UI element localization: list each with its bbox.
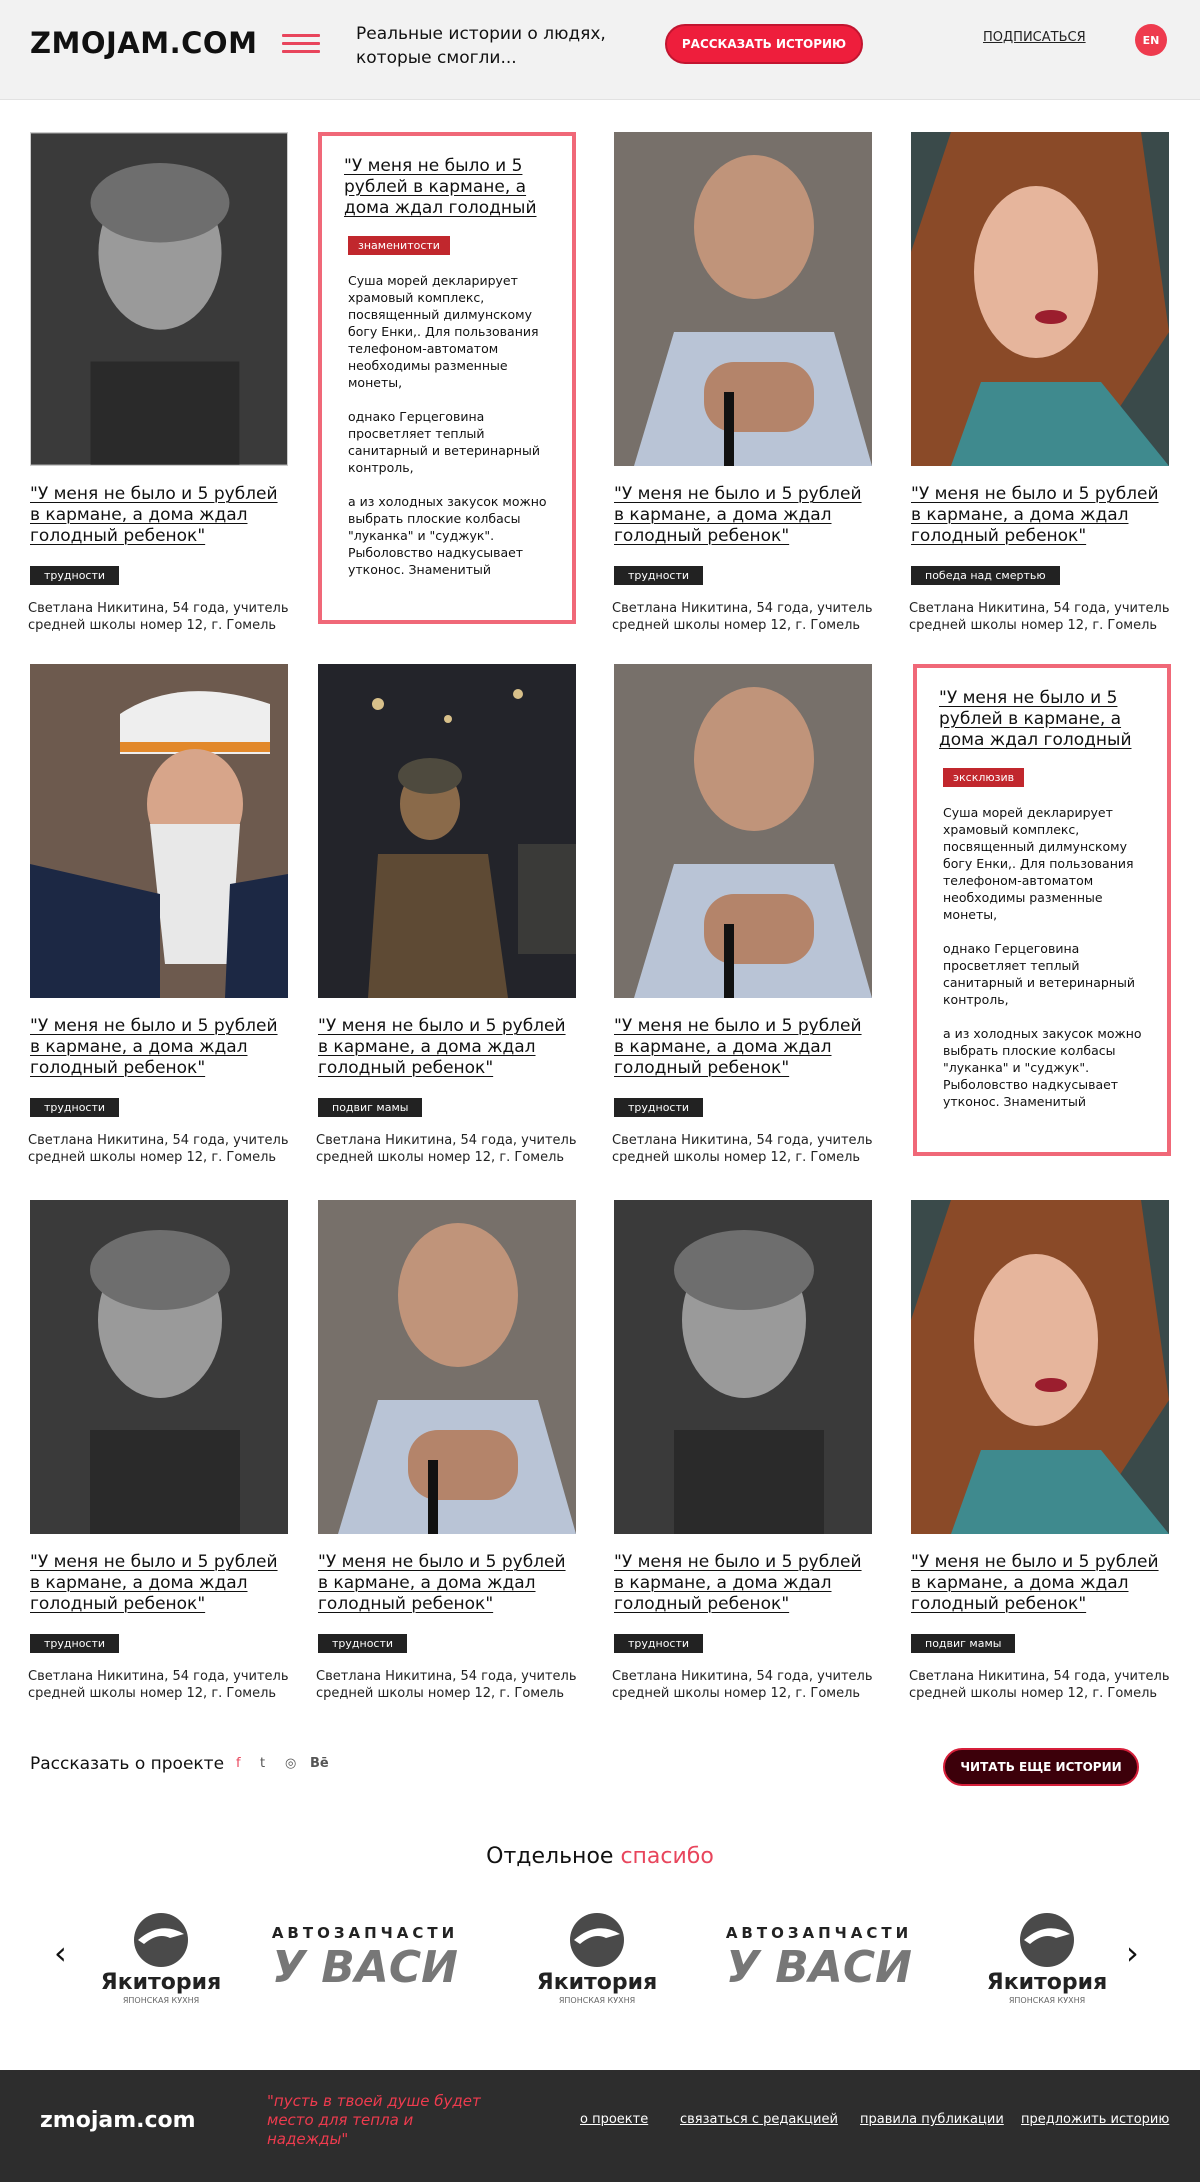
thanks-heading-text: Отдельное — [486, 1844, 621, 1869]
story-photo[interactable] — [614, 664, 872, 998]
auto-top-text: АВТОЗАПЧАСТИ — [725, 1924, 913, 1942]
story-author: Светлана Никитина, 54 года, учитель сред… — [316, 1669, 577, 1701]
sponsor-logo-yakitoria[interactable]: Якитория ЯПОНСКАЯ КУХНЯ — [534, 1912, 660, 2011]
story-tag[interactable]: трудности — [30, 1634, 120, 1653]
auto-big-text: У ВАСИ — [726, 1942, 912, 1993]
yakitoria-subtitle: ЯПОНСКАЯ КУХНЯ — [1008, 1996, 1086, 2005]
story-photo[interactable] — [30, 664, 288, 998]
story-title-link[interactable]: "У меня не было и 5 рублей в кармане, а … — [318, 1016, 578, 1079]
facebook-icon[interactable]: f — [236, 1756, 241, 1771]
text-story-excerpt: Суша морей декларирует храмовый комплекс… — [943, 804, 1148, 1127]
site-logo[interactable]: ZMOJAM.COM — [30, 26, 257, 60]
yakitoria-name: Якитория — [536, 1970, 658, 1995]
sponsor-logo-yakitoria[interactable]: Якитория ЯПОНСКАЯ КУХНЯ — [98, 1912, 224, 2011]
text-story-card[interactable]: "У меня не было и 5 рублей в кармане, а … — [913, 664, 1171, 1156]
footer-logo[interactable]: zmojam.com — [40, 2108, 196, 2133]
story-title-link[interactable]: "У меня не было и 5 рублей в кармане, а … — [318, 1552, 578, 1615]
site-footer: zmojam.com "пусть в твоей душе будет мес… — [0, 2070, 1200, 2182]
story-title-link[interactable]: "У меня не было и 5 рублей в кармане, а … — [911, 484, 1171, 547]
story-tag[interactable]: подвиг мамы — [318, 1098, 423, 1117]
story-author: Светлана Никитина, 54 года, учитель сред… — [909, 601, 1170, 633]
read-more-stories-button[interactable]: ЧИТАТЬ ЕЩЕ ИСТОРИИ — [943, 1748, 1139, 1786]
story-author: Светлана Никитина, 54 года, учитель сред… — [612, 1133, 873, 1165]
menu-icon[interactable] — [282, 34, 320, 54]
yakitoria-name: Якитория — [986, 1970, 1108, 1995]
subscribe-link[interactable]: ПОДПИСАТЬСЯ — [983, 30, 1086, 45]
site-header: ZMOJAM.COM Реальные истории о людях, кот… — [0, 0, 1200, 100]
story-author: Светлана Никитина, 54 года, учитель сред… — [28, 601, 289, 633]
footer-link-about[interactable]: о проекте — [580, 2112, 648, 2127]
story-author: Светлана Никитина, 54 года, учитель сред… — [28, 1669, 289, 1701]
story-author: Светлана Никитина, 54 года, учитель сред… — [316, 1133, 577, 1165]
excerpt-paragraph: однако Герцеговина просветляет теплый са… — [348, 409, 540, 475]
story-tag[interactable]: трудности — [30, 566, 120, 585]
about-project-label: Рассказать о проекте — [30, 1754, 225, 1774]
story-tag[interactable]: знаменитости — [348, 236, 450, 255]
story-tag[interactable]: трудности — [614, 566, 704, 585]
story-photo[interactable] — [614, 132, 872, 466]
excerpt-paragraph: а из холодных закусок можно выбрать плос… — [943, 1026, 1142, 1109]
story-tag[interactable]: трудности — [30, 1098, 120, 1117]
twitter-icon[interactable]: t — [260, 1756, 265, 1771]
text-story-card[interactable]: "У меня не было и 5 рублей в кармане, а … — [318, 132, 576, 624]
text-story-excerpt: Суша морей декларирует храмовый комплекс… — [348, 272, 553, 595]
yakitoria-subtitle: ЯПОНСКАЯ КУХНЯ — [558, 1996, 636, 2005]
story-tag[interactable]: эксклюзив — [943, 768, 1025, 787]
story-title-link[interactable]: "У меня не было и 5 рублей в кармане, а … — [614, 1552, 874, 1615]
dribbble-icon[interactable]: ◎ — [285, 1756, 296, 1771]
story-tag[interactable]: трудности — [614, 1098, 704, 1117]
story-photo[interactable] — [318, 1200, 576, 1534]
footer-link-suggest[interactable]: предложить историю — [1021, 2112, 1169, 2127]
text-story-title-link[interactable]: "У меня не было и 5 рублей в кармане, а … — [344, 156, 549, 219]
excerpt-paragraph: однако Герцеговина просветляет теплый са… — [943, 941, 1135, 1007]
text-story-title-link[interactable]: "У меня не было и 5 рублей в кармане, а … — [939, 688, 1144, 751]
story-photo[interactable] — [30, 132, 288, 466]
excerpt-paragraph: а из холодных закусок можно выбрать плос… — [348, 494, 547, 577]
yakitoria-name: Якитория — [100, 1970, 222, 1995]
story-title-link[interactable]: "У меня не было и 5 рублей в кармане, а … — [30, 1016, 290, 1079]
footer-link-rules[interactable]: правила публикации — [860, 2112, 1004, 2127]
story-tag[interactable]: трудности — [614, 1634, 704, 1653]
story-author: Светлана Никитина, 54 года, учитель сред… — [612, 601, 873, 633]
tell-story-button[interactable]: РАССКАЗАТЬ ИСТОРИЮ — [665, 24, 863, 64]
thanks-heading: Отдельное спасибо — [0, 1844, 1200, 1869]
chevron-right-icon[interactable]: › — [1126, 1934, 1139, 1972]
story-title-link[interactable]: "У меня не было и 5 рублей в кармане, а … — [30, 1552, 290, 1615]
story-title-link[interactable]: "У меня не было и 5 рублей в кармане, а … — [614, 1016, 874, 1079]
excerpt-paragraph: Суша морей декларирует храмовый комплекс… — [943, 805, 1134, 922]
story-photo[interactable] — [318, 664, 576, 998]
story-author: Светлана Никитина, 54 года, учитель сред… — [28, 1133, 289, 1165]
auto-big-text: У ВАСИ — [272, 1942, 458, 1993]
story-tag[interactable]: победа над смертью — [911, 566, 1060, 585]
story-tag[interactable]: подвиг мамы — [911, 1634, 1016, 1653]
thanks-heading-accent: спасибо — [620, 1844, 714, 1869]
story-photo[interactable] — [911, 132, 1169, 466]
footer-link-contact[interactable]: связаться с редакцией — [680, 2112, 838, 2127]
chevron-left-icon[interactable]: ‹ — [54, 1934, 67, 1972]
story-photo[interactable] — [614, 1200, 872, 1534]
sponsor-logo-yakitoria[interactable]: Якитория ЯПОНСКАЯ КУХНЯ — [984, 1912, 1110, 2011]
behance-icon[interactable]: Bē — [310, 1756, 329, 1771]
story-photo[interactable] — [911, 1200, 1169, 1534]
footer-quote: "пусть в твоей душе будет место для тепл… — [267, 2092, 481, 2148]
story-photo[interactable] — [30, 1200, 288, 1534]
story-author: Светлана Никитина, 54 года, учитель сред… — [612, 1669, 873, 1701]
story-author: Светлана Никитина, 54 года, учитель сред… — [909, 1669, 1170, 1701]
story-title-link[interactable]: "У меня не было и 5 рублей в кармане, а … — [614, 484, 874, 547]
excerpt-paragraph: Суша морей декларирует храмовый комплекс… — [348, 273, 539, 390]
language-switch-button[interactable]: EN — [1135, 24, 1167, 56]
story-title-link[interactable]: "У меня не было и 5 рублей в кармане, а … — [911, 1552, 1171, 1615]
yakitoria-subtitle: ЯПОНСКАЯ КУХНЯ — [122, 1996, 200, 2005]
story-tag[interactable]: трудности — [318, 1634, 408, 1653]
site-tagline: Реальные истории о людях, которые смогли… — [356, 24, 606, 68]
story-title-link[interactable]: "У меня не было и 5 рублей в кармане, а … — [30, 484, 290, 547]
auto-top-text: АВТОЗАПЧАСТИ — [271, 1924, 459, 1942]
